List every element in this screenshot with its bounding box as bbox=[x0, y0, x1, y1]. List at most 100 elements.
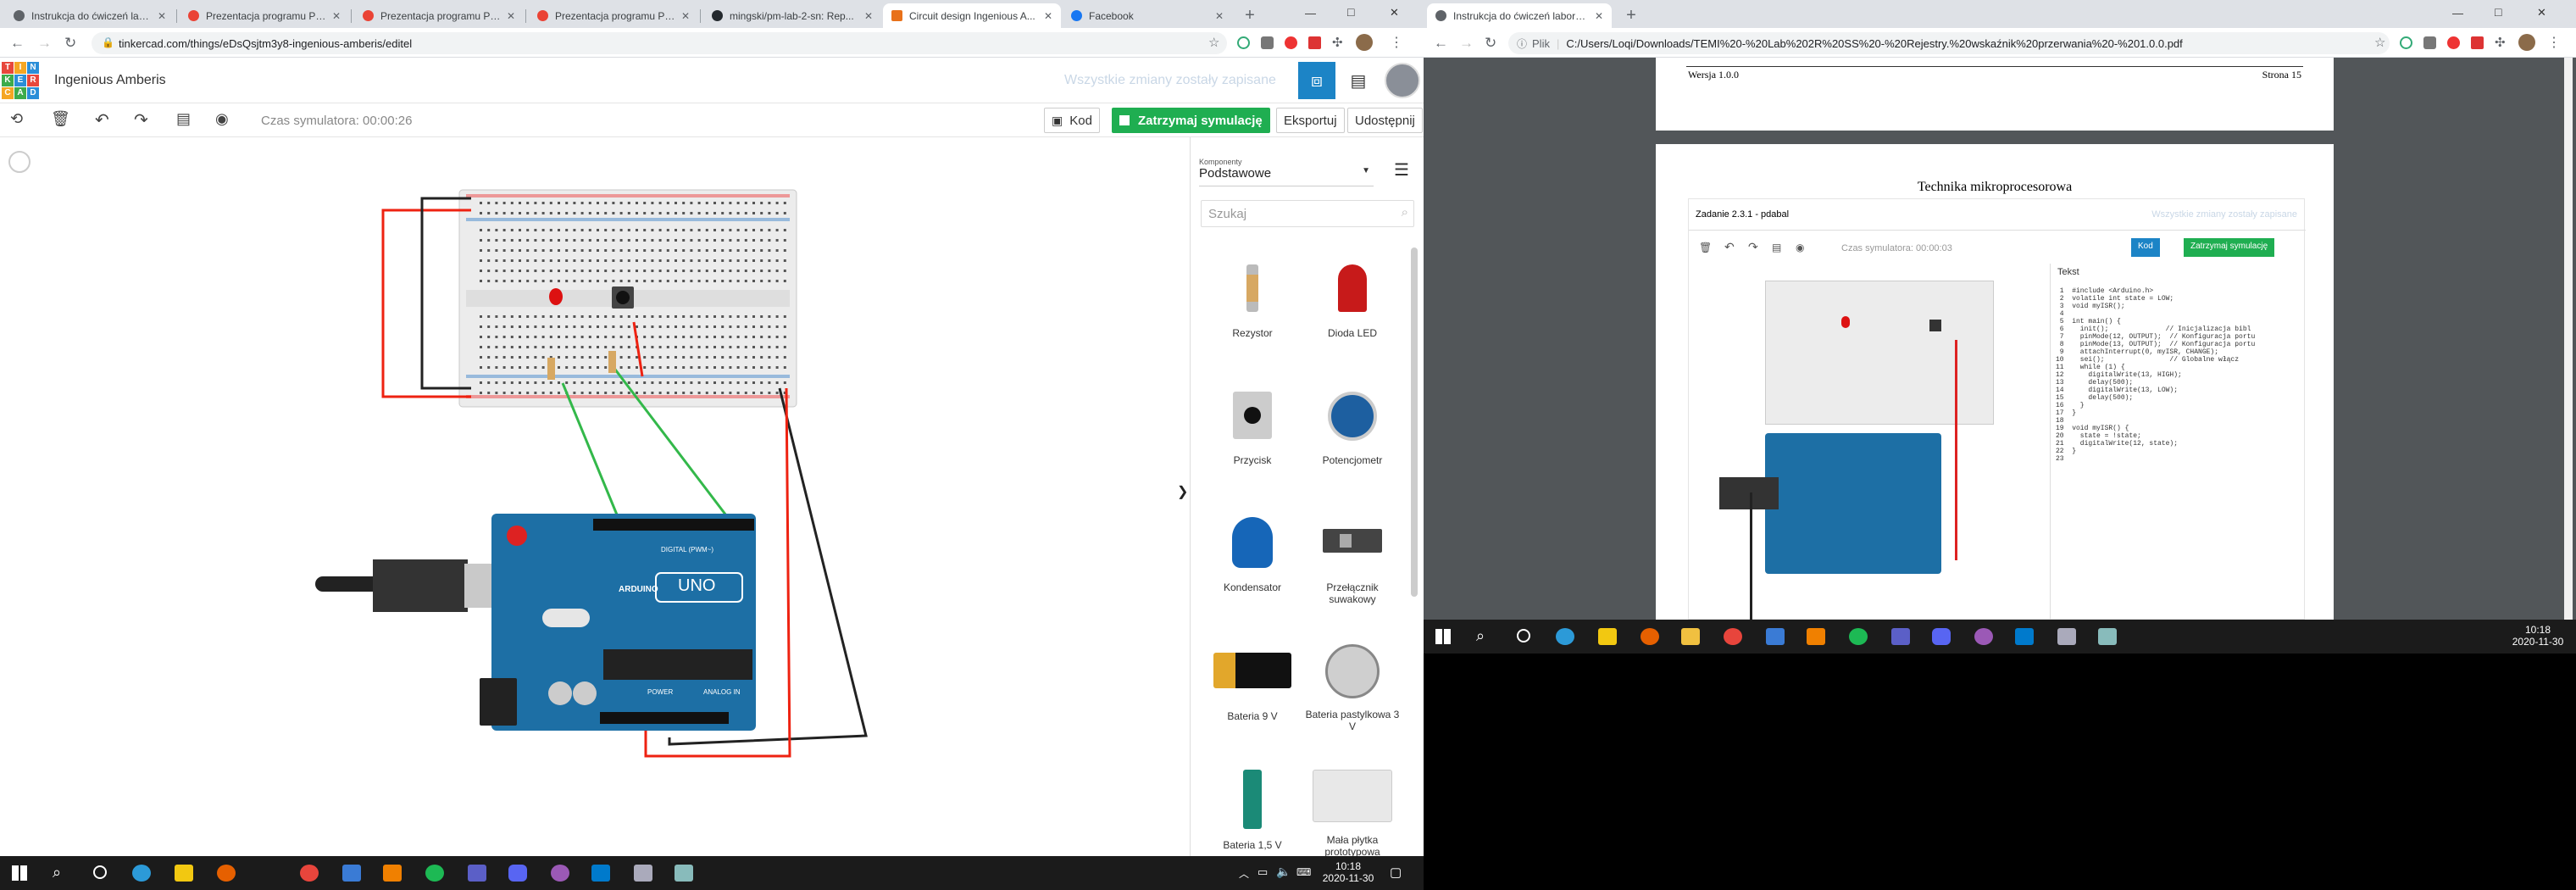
project-name[interactable]: Ingenious Amberis bbox=[54, 73, 166, 88]
pdf-scrollbar[interactable] bbox=[2564, 58, 2573, 620]
extension-icon[interactable] bbox=[1237, 36, 1250, 49]
menu-kebab-icon[interactable]: ⋮ bbox=[1390, 34, 1403, 51]
pdf-viewer[interactable]: Wersja 1.0.0 Strona 15 Technika mikropro… bbox=[1424, 58, 2576, 620]
app-icon[interactable] bbox=[2057, 628, 2076, 645]
tab-2[interactable]: Prezentacja programu Pow... ✕ bbox=[354, 3, 524, 28]
vlc-icon[interactable] bbox=[383, 865, 402, 882]
extension-icon-4[interactable] bbox=[2471, 36, 2484, 49]
tab-0[interactable]: Instrukcja do ćwiczeń labo... ✕ bbox=[5, 3, 175, 28]
search-icon[interactable]: ⌕ bbox=[53, 864, 61, 882]
rotate-icon[interactable]: ⟲ bbox=[10, 110, 23, 128]
circuit-view-button[interactable]: ⧈ bbox=[1298, 62, 1335, 99]
component-resistor[interactable]: Rezystor bbox=[1202, 264, 1302, 339]
extension-icon-4[interactable] bbox=[1308, 36, 1321, 49]
new-tab-button[interactable]: + bbox=[1239, 4, 1261, 26]
windows-start-icon[interactable] bbox=[12, 865, 27, 881]
firefox-icon[interactable] bbox=[217, 865, 236, 882]
component-battery-9v[interactable]: Bateria 9 V bbox=[1202, 644, 1302, 722]
clock[interactable]: 10:18 2020-11-30 bbox=[2512, 624, 2564, 648]
back-icon[interactable]: ← bbox=[10, 35, 25, 52]
app-icon[interactable] bbox=[1766, 628, 1785, 645]
component-capacitor[interactable]: Kondensator bbox=[1202, 517, 1302, 593]
extension-icon-3[interactable] bbox=[2447, 36, 2460, 49]
back-icon[interactable]: ← bbox=[1434, 35, 1448, 52]
minimize-button[interactable]: — bbox=[2452, 7, 2463, 19]
spotify-icon[interactable] bbox=[425, 865, 444, 882]
tab-1[interactable]: Prezentacja programu Pow... ✕ bbox=[180, 3, 349, 28]
edge-icon[interactable] bbox=[132, 865, 151, 882]
component-coin-battery[interactable]: Bateria pastylkowa 3 V bbox=[1302, 644, 1402, 732]
extension-icon-2[interactable] bbox=[2423, 36, 2436, 49]
forward-icon[interactable]: → bbox=[37, 35, 52, 52]
search-icon[interactable]: ⌕ bbox=[1476, 627, 1485, 645]
component-slide-switch[interactable]: Przełącznik suwakowy bbox=[1302, 517, 1402, 605]
component-small-breadboard[interactable]: Mała płytka prototypowa bbox=[1302, 770, 1402, 858]
volume-icon[interactable]: 🔈 bbox=[1276, 865, 1291, 879]
star-icon[interactable]: ☆ bbox=[1208, 35, 1219, 50]
notifications-icon[interactable]: ▢ bbox=[1390, 865, 1402, 880]
clock[interactable]: 10:18 2020-11-30 bbox=[1322, 860, 1374, 884]
visibility-icon[interactable]: ◉ bbox=[215, 110, 229, 128]
app-icon[interactable] bbox=[634, 865, 652, 882]
components-list-icon[interactable]: ▤ bbox=[1346, 68, 1371, 93]
address-bar[interactable]: 🔒 tinkercad.com/things/eDsQsjtm3y8-ingen… bbox=[92, 32, 1227, 54]
minimize-button[interactable]: — bbox=[1305, 7, 1316, 19]
list-view-icon[interactable]: ☰ bbox=[1394, 159, 1409, 181]
language-icon[interactable]: ⌨ bbox=[1296, 866, 1311, 878]
tab-4[interactable]: mingski/pm-lab-2-sn: Rep... ✕ bbox=[703, 3, 881, 28]
tab-close-icon[interactable]: ✕ bbox=[507, 10, 515, 22]
tab-close-icon[interactable]: ✕ bbox=[1044, 10, 1052, 22]
pdf-tab[interactable]: Instrukcja do ćwiczeń laboratory ✕ bbox=[1427, 3, 1612, 28]
menu-kebab-icon[interactable]: ⋮ bbox=[2547, 34, 2561, 51]
chrome-icon[interactable] bbox=[300, 865, 319, 882]
tray-chevron-icon[interactable]: ︿ bbox=[1239, 866, 1249, 881]
components-dropdown[interactable]: Komponenty Podstawowe ▼ bbox=[1199, 158, 1374, 186]
task-view-icon[interactable] bbox=[1517, 629, 1530, 642]
app-icon[interactable] bbox=[1974, 628, 1993, 645]
delete-icon[interactable]: 🗑 bbox=[51, 110, 70, 128]
address-bar[interactable]: ⓘ Plik | C:/Users/Loqi/Downloads/TEMI%20… bbox=[1508, 32, 2390, 54]
user-avatar[interactable] bbox=[1385, 63, 1420, 98]
tab-close-icon[interactable]: ✕ bbox=[158, 10, 166, 22]
profile-avatar[interactable] bbox=[2518, 34, 2535, 51]
undo-icon[interactable]: ↶ bbox=[95, 109, 109, 131]
tab-5-active[interactable]: Circuit design Ingenious A... ✕ bbox=[883, 3, 1061, 28]
component-battery-aa[interactable]: Bateria 1,5 V bbox=[1202, 770, 1302, 851]
close-button[interactable]: ✕ bbox=[1390, 6, 1399, 19]
extensions-puzzle-icon[interactable]: ✣ bbox=[1332, 35, 1343, 50]
code-button[interactable]: ▣ Kod bbox=[1044, 108, 1100, 133]
windows-start-icon[interactable] bbox=[1435, 629, 1451, 644]
tab-6[interactable]: Facebook ✕ bbox=[1063, 3, 1232, 28]
tab-3[interactable]: Prezentacja programu Pow... ✕ bbox=[529, 3, 698, 28]
maximize-button[interactable]: □ bbox=[1347, 5, 1354, 19]
extension-icon-2[interactable] bbox=[1261, 36, 1274, 49]
star-icon[interactable]: ☆ bbox=[2374, 35, 2385, 50]
discord-icon[interactable] bbox=[508, 865, 527, 882]
app-icon[interactable] bbox=[675, 865, 693, 882]
tab-close-icon[interactable]: ✕ bbox=[332, 10, 341, 22]
chrome-icon[interactable] bbox=[1724, 628, 1742, 645]
forward-icon[interactable]: → bbox=[1459, 35, 1474, 52]
extensions-puzzle-icon[interactable]: ✣ bbox=[2495, 35, 2506, 50]
app-icon[interactable] bbox=[342, 865, 361, 882]
notes-icon[interactable]: ▤ bbox=[176, 110, 191, 128]
explorer-icon[interactable] bbox=[1681, 628, 1700, 645]
reload-icon[interactable]: ↻ bbox=[1485, 35, 1496, 52]
edge-icon[interactable] bbox=[1556, 628, 1574, 645]
discord-icon[interactable] bbox=[1932, 628, 1951, 645]
close-button[interactable]: ✕ bbox=[2537, 6, 2546, 19]
panel-scrollbar[interactable] bbox=[1411, 248, 1418, 597]
tab-close-icon[interactable]: ✕ bbox=[1215, 10, 1224, 22]
vscode-icon[interactable] bbox=[2015, 628, 2034, 645]
spotify-icon[interactable] bbox=[1849, 628, 1868, 645]
redo-icon[interactable]: ↷ bbox=[134, 109, 148, 131]
export-button[interactable]: Eksportuj bbox=[1276, 108, 1345, 133]
maximize-button[interactable]: □ bbox=[2495, 5, 2501, 19]
sticky-notes-icon[interactable] bbox=[175, 865, 193, 882]
extension-icon[interactable] bbox=[2400, 36, 2412, 49]
new-tab-button[interactable]: + bbox=[1620, 4, 1642, 26]
sticky-notes-icon[interactable] bbox=[1598, 628, 1617, 645]
circuit-canvas[interactable]: ARDUINO UNO DIGITAL (PWM~) POWER ANALOG … bbox=[0, 137, 1190, 856]
component-potentiometer[interactable]: Potencjometr bbox=[1302, 392, 1402, 466]
component-pushbutton[interactable]: Przycisk bbox=[1202, 392, 1302, 466]
